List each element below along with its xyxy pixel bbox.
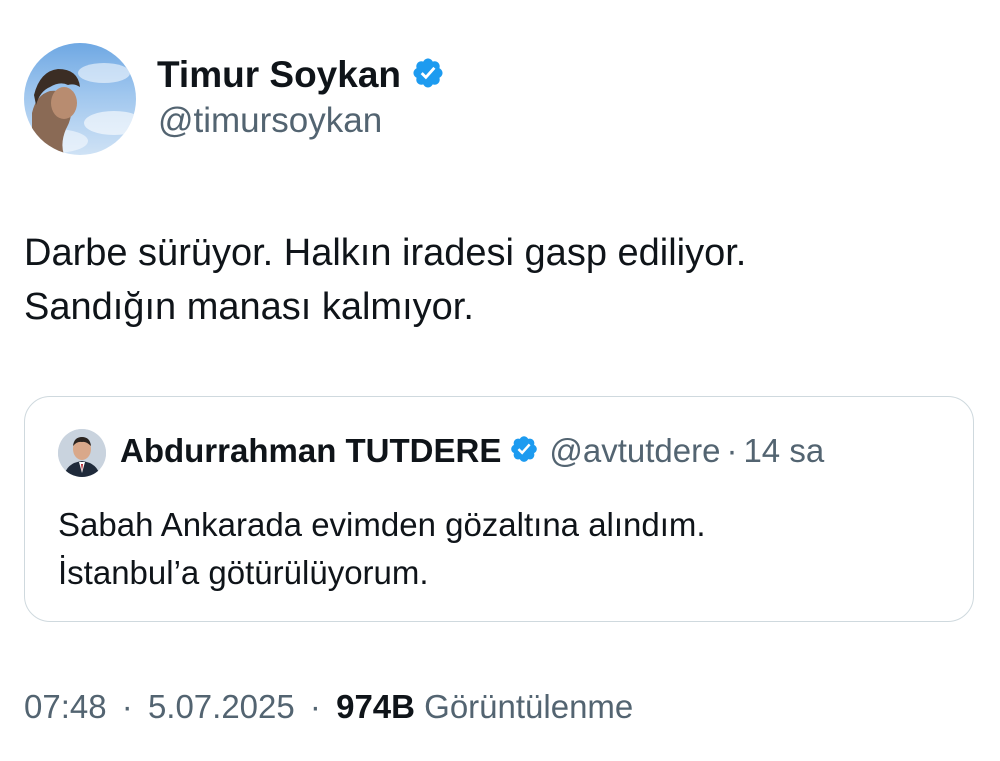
views-count[interactable]: 974B <box>336 688 415 725</box>
verified-badge-icon[interactable] <box>411 56 445 95</box>
tweet-text-line: Sandığın manası kalmıyor. <box>24 286 474 328</box>
author-name[interactable]: Timur Soykan <box>157 54 401 96</box>
author-name-row: Timur Soykan <box>157 54 445 96</box>
quoted-tweet-text-line: Sabah Ankarada evimden gözaltına alındım… <box>58 506 706 543</box>
quoted-tweet-time[interactable]: 14 sa <box>743 432 824 470</box>
quoted-tweet-text: Sabah Ankarada evimden gözaltına alındım… <box>58 501 706 597</box>
views-label[interactable]: Görüntülenme <box>424 688 633 725</box>
quoted-tweet-header: Abdurrahman TUTDERE @avtutdere · 14 sa <box>120 432 824 470</box>
quoted-author-name[interactable]: Abdurrahman TUTDERE <box>120 432 501 470</box>
tweet-date[interactable]: 5.07.2025 <box>148 688 295 725</box>
verified-badge-icon <box>509 434 539 469</box>
separator-dot: · <box>309 688 321 725</box>
tweet-text: Darbe sürüyor. Halkın iradesi gasp edili… <box>24 226 974 334</box>
separator-dot: · <box>726 432 738 469</box>
tweet-text-line: Darbe sürüyor. Halkın iradesi gasp edili… <box>24 232 747 274</box>
quoted-tweet-text-line: İstanbul’a götürülüyorum. <box>58 554 429 591</box>
tweet-time[interactable]: 07:48 <box>24 688 107 725</box>
author-handle[interactable]: @timursoykan <box>158 101 382 141</box>
separator-dot: · <box>121 688 133 725</box>
quoted-tweet-card[interactable]: Abdurrahman TUTDERE @avtutdere · 14 sa S… <box>24 396 974 622</box>
quoted-author-handle[interactable]: @avtutdere <box>549 432 720 470</box>
tweet-meta: 07:48 · 5.07.2025 · 974B Görüntülenme <box>24 688 633 726</box>
author-avatar[interactable] <box>24 43 136 155</box>
quoted-author-avatar[interactable] <box>58 429 106 477</box>
